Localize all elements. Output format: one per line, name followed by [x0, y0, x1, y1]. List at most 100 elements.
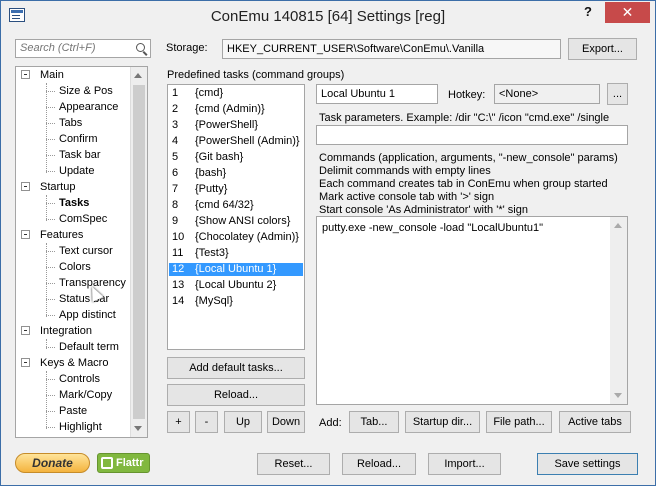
- tree-item[interactable]: Startup: [21, 179, 75, 195]
- hotkey-choose-button[interactable]: ...: [607, 83, 628, 105]
- tasks-list[interactable]: 1 {cmd} 2 {cmd (Admin)} 3 {PowerShell} 4 {Power…: [167, 84, 305, 350]
- close-button[interactable]: ✕: [605, 2, 650, 23]
- storage-path-field[interactable]: HKEY_CURRENT_USER\Software\ConEmu\.Vanil…: [222, 39, 561, 59]
- save-settings-button[interactable]: Save settings: [537, 453, 638, 475]
- add-active-tabs-button[interactable]: Active tabs: [559, 411, 631, 433]
- tree-connector-line: [46, 203, 55, 204]
- settings-window: ConEmu 140815 [64] Settings [reg] ? ✕ Ma…: [0, 0, 656, 486]
- add-default-tasks-button[interactable]: Add default tasks...: [167, 357, 305, 379]
- task-list-item[interactable]: 7 {Putty}: [169, 183, 303, 196]
- help-button[interactable]: ?: [575, 2, 601, 23]
- task-list-item[interactable]: 8 {cmd 64/32}: [169, 199, 303, 212]
- tree-item[interactable]: Tabs: [46, 115, 83, 131]
- scroll-thumb[interactable]: [133, 85, 145, 419]
- scroll-down-arrow-icon[interactable]: [134, 426, 142, 431]
- add-tab-button[interactable]: Tab...: [349, 411, 399, 433]
- collapse-toggle-icon[interactable]: [21, 230, 30, 239]
- tasks-reload-button[interactable]: Reload...: [167, 384, 305, 406]
- move-down-button[interactable]: Down: [267, 411, 305, 433]
- tree-item-label: Keys & Macro: [40, 357, 109, 369]
- scroll-up-arrow-icon[interactable]: [614, 223, 622, 228]
- donate-button[interactable]: Donate: [15, 453, 90, 473]
- tree-item[interactable]: Paste: [46, 403, 87, 419]
- task-list-item[interactable]: 9 {Show ANSI colors}: [169, 215, 303, 228]
- task-name: {MySql}: [195, 295, 233, 307]
- tree-item[interactable]: Tasks: [46, 195, 89, 211]
- move-up-button[interactable]: Up: [224, 411, 262, 433]
- flattr-button[interactable]: Flattr: [97, 453, 150, 473]
- tree-item-label: Features: [40, 229, 84, 241]
- tree-scrollbar[interactable]: [130, 67, 147, 437]
- task-list-item[interactable]: 12 {Local Ubuntu 1}: [169, 263, 303, 276]
- add-label: Add:: [319, 417, 342, 429]
- remove-task-button[interactable]: -: [195, 411, 218, 433]
- task-list-item[interactable]: 6 {bash}: [169, 167, 303, 180]
- task-list-item[interactable]: 2 {cmd (Admin)}: [169, 103, 303, 116]
- tree-item-label: Tabs: [59, 117, 83, 129]
- tree-item[interactable]: Keys & Macro: [21, 355, 109, 371]
- storage-label: Storage:: [166, 42, 208, 54]
- tree-item[interactable]: Main: [21, 67, 64, 83]
- tree-item[interactable]: Task bar: [46, 147, 101, 163]
- import-button[interactable]: Import...: [428, 453, 501, 475]
- tree-item[interactable]: Size & Pos: [46, 83, 113, 99]
- task-list-item[interactable]: 11 {Test3}: [169, 247, 303, 260]
- scroll-up-arrow-icon[interactable]: [134, 73, 142, 78]
- tree-connector-line: [46, 155, 55, 156]
- task-list-item[interactable]: 10 {Chocolatey (Admin)}: [169, 231, 303, 244]
- footer-reload-button[interactable]: Reload...: [342, 453, 416, 475]
- tree-connector-line: [46, 267, 55, 268]
- task-list-item[interactable]: 14 {MySql}: [169, 295, 303, 308]
- task-list-item[interactable]: 3 {PowerShell}: [169, 119, 303, 132]
- task-list-item[interactable]: 5 {Git bash}: [169, 151, 303, 164]
- search-box[interactable]: [15, 39, 151, 58]
- task-name: {Local Ubuntu 2}: [195, 279, 277, 291]
- commands-scrollbar[interactable]: [610, 217, 627, 404]
- add-task-button[interactable]: +: [167, 411, 190, 433]
- task-list-item[interactable]: 13 {Local Ubuntu 2}: [169, 279, 303, 292]
- collapse-toggle-icon[interactable]: [21, 358, 30, 367]
- tree-item[interactable]: Confirm: [46, 131, 98, 147]
- collapse-toggle-icon[interactable]: [21, 326, 30, 335]
- commands-editor[interactable]: putty.exe -new_console -load "LocalUbunt…: [316, 216, 628, 405]
- task-name: {bash}: [195, 167, 227, 179]
- task-number: 14: [172, 295, 185, 307]
- hotkey-field[interactable]: <None>: [494, 84, 600, 104]
- tree-item[interactable]: Update: [46, 163, 94, 179]
- task-list-item[interactable]: 4 {PowerShell (Admin)}: [169, 135, 303, 148]
- tree-item[interactable]: Colors: [46, 259, 91, 275]
- collapse-toggle-icon[interactable]: [21, 70, 30, 79]
- tree-item[interactable]: Mark/Copy: [46, 387, 112, 403]
- add-file-path-button[interactable]: File path...: [486, 411, 552, 433]
- collapse-toggle-icon[interactable]: [21, 182, 30, 191]
- tree-connector-line: [46, 83, 47, 173]
- task-number: 12: [172, 263, 185, 275]
- add-startup-dir-button[interactable]: Startup dir...: [405, 411, 480, 433]
- tree-item-label: Highlight: [59, 421, 102, 433]
- reset-button[interactable]: Reset...: [257, 453, 330, 475]
- commands-text[interactable]: putty.exe -new_console -load "LocalUbunt…: [322, 222, 543, 234]
- tree-item[interactable]: Text cursor: [46, 243, 113, 259]
- tree-item[interactable]: Features: [21, 227, 84, 243]
- export-button[interactable]: Export...: [568, 38, 637, 60]
- tree-item-label: Task bar: [59, 149, 101, 161]
- task-list-item[interactable]: 1 {cmd}: [169, 87, 303, 100]
- help-line: Commands (application, arguments, "-new_…: [319, 152, 618, 164]
- tree-connector-line: [46, 91, 55, 92]
- tree-item[interactable]: Highlight: [46, 419, 102, 435]
- tree-connector-line: [46, 427, 55, 428]
- task-number: 8: [172, 199, 179, 211]
- tree-item[interactable]: Integration: [21, 323, 92, 339]
- tree-item[interactable]: Default term: [46, 339, 119, 355]
- tree-connector-line: [46, 339, 47, 349]
- tree-item[interactable]: ComSpec: [46, 211, 107, 227]
- tree-item[interactable]: Controls: [46, 371, 100, 387]
- task-name-field[interactable]: Local Ubuntu 1: [316, 84, 438, 104]
- tree-item[interactable]: App distinct: [46, 307, 116, 323]
- search-icon[interactable]: [136, 43, 145, 52]
- search-input[interactable]: [20, 42, 130, 54]
- tasks-panel-label: Predefined tasks (command groups): [167, 69, 345, 81]
- task-parameters-field[interactable]: [316, 125, 628, 145]
- tree-item[interactable]: Appearance: [46, 99, 118, 115]
- scroll-down-arrow-icon[interactable]: [614, 393, 622, 398]
